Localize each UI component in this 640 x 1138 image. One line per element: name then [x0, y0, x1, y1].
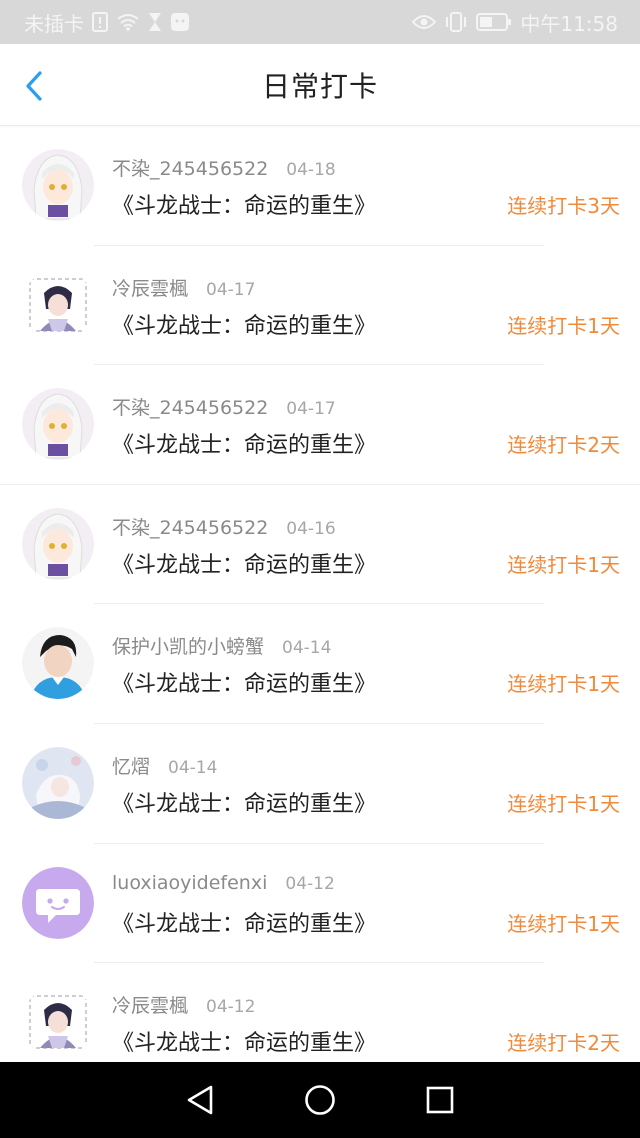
list-item[interactable]: 不染_245456522 04-17 《斗龙战士：命运的重生》 连续打卡2天 [0, 365, 640, 485]
vibrate-icon [444, 12, 468, 32]
status-bar-right: 中午11:58 [412, 8, 618, 37]
list-item[interactable]: 忆熠 04-14 《斗龙战士：命运的重生》 连续打卡1天 [0, 724, 640, 844]
eye-comfort-icon [412, 14, 437, 30]
avatar[interactable] [22, 627, 94, 700]
username: 不染_245456522 [112, 397, 269, 420]
nav-back-button[interactable] [180, 1080, 220, 1120]
book-title: 《斗龙战士：命运的重生》 [112, 552, 377, 578]
checkin-date: 04-16 [286, 518, 336, 539]
list-item[interactable]: luoxiaoyidefenxi 04-12 《斗龙战士：命运的重生》 连续打卡… [0, 844, 640, 964]
wifi-icon [116, 13, 140, 31]
book-title: 《斗龙战士：命运的重生》 [112, 672, 377, 698]
username: 冷辰雲楓 [112, 277, 189, 300]
nav-recents-button[interactable] [420, 1080, 460, 1120]
streak-label: 连续打卡1天 [507, 791, 620, 816]
status-bar-left: 未插卡 [24, 8, 190, 37]
list-item[interactable]: 冷辰雲楓 04-17 《斗龙战士：命运的重生》 连续打卡1天 [0, 246, 640, 366]
list-item[interactable]: 不染_245456522 04-16 《斗龙战士：命运的重生》 连续打卡1天 [0, 485, 640, 605]
streak-label: 连续打卡1天 [507, 552, 620, 577]
sim-alert-icon [92, 12, 108, 32]
clock: 中午11:58 [520, 11, 618, 36]
checkin-date: 04-18 [286, 160, 336, 180]
avatar[interactable] [22, 268, 94, 341]
checkin-meta: 冷辰雲楓 04-12 [112, 991, 255, 1018]
status-bar: 未插卡 中午11:58 [0, 0, 640, 44]
checkin-date: 04-12 [206, 997, 256, 1018]
page-title: 日常打卡 [261, 69, 378, 103]
checkin-meta: 不染_245456522 04-16 [112, 513, 336, 540]
streak-label: 连续打卡1天 [507, 313, 620, 338]
username: luoxiaoyidefenxi [112, 871, 268, 894]
chevron-left-icon [26, 71, 42, 101]
nav-home-button[interactable] [300, 1080, 340, 1120]
streak-label: 连续打卡1天 [507, 672, 620, 697]
avatar[interactable] [22, 149, 94, 221]
username: 不染_245456522 [112, 158, 269, 180]
recents-square-icon [426, 1086, 454, 1114]
username: 忆熠 [112, 755, 151, 778]
checkin-date: 04-17 [286, 399, 336, 420]
avatar[interactable] [22, 746, 94, 819]
avatar[interactable] [22, 986, 94, 1059]
list-item[interactable]: 保护小凯的小螃蟹 04-14 《斗龙战士：命运的重生》 连续打卡1天 [0, 604, 640, 724]
book-title: 《斗龙战士：命运的重生》 [112, 791, 377, 817]
checkin-meta: 忆熠 04-14 [112, 752, 217, 779]
app-notification-icon [170, 12, 190, 32]
avatar[interactable] [22, 866, 94, 939]
checkin-meta: luoxiaoyidefenxi 04-12 [112, 872, 335, 894]
book-title: 《斗龙战士：命运的重生》 [112, 1031, 377, 1057]
hourglass-icon [148, 12, 162, 32]
checkin-date: 04-17 [206, 279, 256, 300]
checkin-meta: 不染_245456522 04-18 [112, 154, 336, 181]
streak-label: 连续打卡2天 [507, 433, 620, 458]
streak-label: 连续打卡2天 [507, 1031, 620, 1056]
checkin-meta: 保护小凯的小螃蟹 04-14 [112, 632, 331, 659]
avatar[interactable] [22, 507, 94, 580]
checkin-meta: 冷辰雲楓 04-17 [112, 274, 255, 301]
home-circle-icon [305, 1085, 335, 1115]
list-item[interactable]: 不染_245456522 04-18 《斗龙战士：命运的重生》 连续打卡3天 [0, 126, 640, 246]
system-nav-bar [0, 1062, 640, 1138]
list-item[interactable]: 冷辰雲楓 04-12 《斗龙战士：命运的重生》 连续打卡2天 [0, 963, 640, 1062]
book-title: 《斗龙战士：命运的重生》 [112, 313, 377, 339]
checkin-date: 04-12 [285, 873, 335, 894]
streak-label: 连续打卡3天 [507, 194, 620, 218]
avatar[interactable] [22, 388, 94, 461]
back-button[interactable] [18, 70, 50, 102]
book-title: 《斗龙战士：命运的重生》 [112, 911, 377, 937]
checkin-date: 04-14 [282, 638, 332, 659]
checkin-date: 04-14 [168, 757, 218, 778]
book-title: 《斗龙战士：命运的重生》 [112, 194, 377, 219]
username: 保护小凯的小螃蟹 [112, 636, 265, 659]
back-triangle-icon [187, 1085, 213, 1115]
username: 冷辰雲楓 [112, 995, 189, 1018]
streak-label: 连续打卡1天 [507, 911, 620, 936]
username: 不染_245456522 [112, 516, 269, 539]
carrier-label: 未插卡 [24, 11, 84, 36]
book-title: 《斗龙战士：命运的重生》 [112, 433, 377, 459]
battery-icon [476, 13, 512, 31]
app-header: 日常打卡 [0, 44, 640, 126]
checkin-meta: 不染_245456522 04-17 [112, 393, 336, 420]
checkin-list[interactable]: 不染_245456522 04-18 《斗龙战士：命运的重生》 连续打卡3天 冷… [0, 126, 640, 1062]
